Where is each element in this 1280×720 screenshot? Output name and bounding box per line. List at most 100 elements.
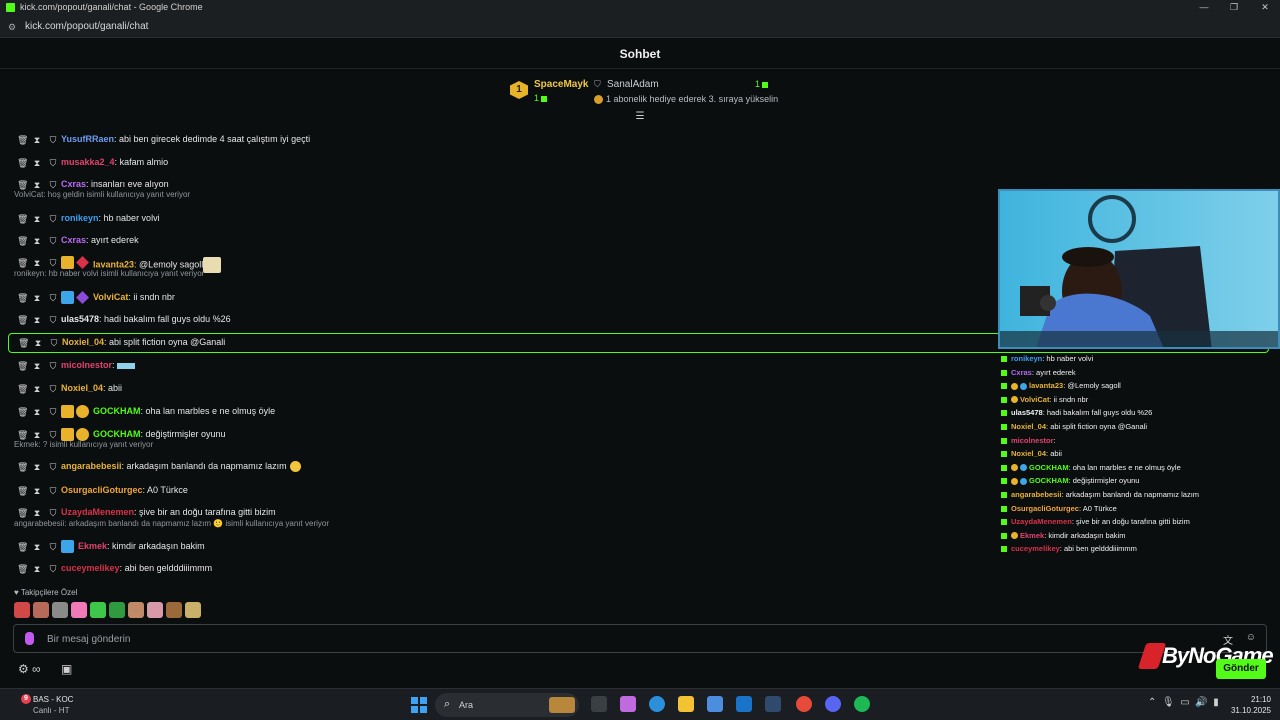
delete-message-icon[interactable]: 🗑: [17, 361, 28, 371]
file-explorer-icon[interactable]: [678, 696, 694, 712]
ban-user-icon[interactable]: ⛉: [49, 508, 57, 518]
username[interactable]: musakka2_4: [61, 157, 115, 167]
timeout-user-icon[interactable]: ⧗: [33, 315, 41, 325]
ban-user-icon[interactable]: ⛉: [49, 407, 57, 417]
username[interactable]: Noxiel_04: [62, 337, 104, 347]
ban-user-icon[interactable]: ⛉: [49, 236, 57, 246]
gift-shop-icon[interactable]: ▣: [61, 662, 72, 676]
delete-message-icon[interactable]: 🗑: [17, 384, 28, 394]
ban-user-icon[interactable]: ⛉: [49, 180, 57, 190]
delete-message-icon[interactable]: 🗑: [17, 214, 28, 224]
delete-message-icon[interactable]: 🗑: [17, 293, 28, 303]
ban-user-icon[interactable]: ⛉: [49, 214, 57, 224]
emote-button[interactable]: [166, 602, 182, 618]
username[interactable]: Cxras: [61, 235, 86, 245]
collapse-arrow-icon[interactable]: ☰: [634, 112, 646, 122]
username[interactable]: cuceymelikey: [61, 563, 120, 573]
chat-input-box[interactable]: 文 ☺: [13, 624, 1267, 653]
store-icon[interactable]: [707, 696, 723, 712]
ban-user-icon[interactable]: ⛉: [50, 338, 58, 348]
delete-message-icon[interactable]: 🗑: [17, 158, 28, 168]
timeout-user-icon[interactable]: ⧗: [33, 564, 41, 574]
chat-message[interactable]: 🗑 ⧗ ⛉ musakka2_4: kafam almio: [0, 154, 1280, 172]
timeout-user-icon[interactable]: ⧗: [33, 361, 41, 371]
ban-user-icon[interactable]: ⛉: [49, 430, 57, 440]
timeout-user-icon[interactable]: ⧗: [33, 384, 41, 394]
ban-user-icon[interactable]: ⛉: [49, 135, 57, 145]
username[interactable]: ronikeyn: [61, 213, 99, 223]
delete-message-icon[interactable]: 🗑: [17, 236, 28, 246]
edge-icon[interactable]: [649, 696, 665, 712]
ban-user-icon[interactable]: ⛉: [49, 462, 57, 472]
url-text[interactable]: kick.com/popout/ganali/chat: [25, 21, 148, 32]
username[interactable]: micolnestor: [61, 360, 112, 370]
username[interactable]: Ekmek: [78, 541, 107, 551]
timeout-user-icon[interactable]: ⧗: [33, 293, 41, 303]
ban-user-icon[interactable]: ⛉: [49, 384, 57, 394]
timeout-user-icon[interactable]: ⧗: [33, 486, 41, 496]
timeout-user-icon[interactable]: ⧗: [33, 258, 41, 268]
reply-context[interactable]: angarabebesii: arkadaşım banlandı da nap…: [14, 519, 329, 528]
username[interactable]: angarabebesii: [61, 461, 122, 471]
emote-button[interactable]: [109, 602, 125, 618]
emote-button[interactable]: [71, 602, 87, 618]
username[interactable]: GOCKHAM: [93, 406, 141, 416]
chat-message[interactable]: 🗑 ⧗ ⛉ YusufRRaen: abi ben girecek dedimde 4…: [0, 131, 1280, 149]
timeout-user-icon[interactable]: ⧗: [33, 135, 41, 145]
delete-message-icon[interactable]: 🗑: [17, 135, 28, 145]
emote-button[interactable]: [147, 602, 163, 618]
ban-user-icon[interactable]: ⛉: [49, 486, 57, 496]
delete-message-icon[interactable]: 🗑: [17, 542, 28, 552]
delete-message-icon[interactable]: 🗑: [17, 407, 28, 417]
chat-message[interactable]: 🗑 ⧗ ⛉ cuceymelikey: abi ben geldddiiimmm: [0, 560, 1280, 578]
ban-user-icon[interactable]: ⛉: [49, 158, 57, 168]
emote-button[interactable]: [33, 602, 49, 618]
restore-button[interactable]: ❐: [1227, 2, 1241, 13]
timeout-user-icon[interactable]: ⧗: [33, 508, 41, 518]
timeout-user-icon[interactable]: ⧗: [33, 407, 41, 417]
emote-button[interactable]: [128, 602, 144, 618]
reply-context[interactable]: Ekmek: ? isimli kullanıcıya yanıt veriyo…: [14, 440, 153, 449]
username[interactable]: YusufRRaen: [61, 134, 114, 144]
start-button[interactable]: [411, 697, 427, 713]
delete-message-icon[interactable]: 🗑: [17, 315, 28, 325]
username[interactable]: Cxras: [61, 179, 86, 189]
timeout-user-icon[interactable]: ⧗: [34, 338, 42, 348]
task-view-icon[interactable]: [591, 696, 607, 712]
username[interactable]: ulas5478: [61, 314, 99, 324]
ban-user-icon[interactable]: ⛉: [49, 315, 57, 325]
username[interactable]: UzaydaMenemen: [61, 507, 134, 517]
minimize-button[interactable]: —: [1197, 2, 1211, 12]
timeout-user-icon[interactable]: ⧗: [33, 430, 41, 440]
ban-user-icon[interactable]: ⛉: [49, 361, 57, 371]
chrome-icon[interactable]: [796, 696, 812, 712]
leaderboard-first-name[interactable]: SpaceMayk: [534, 79, 588, 90]
discord-icon[interactable]: [825, 696, 841, 712]
clock[interactable]: 21:10 31.10.2025: [1225, 694, 1271, 716]
emote-button[interactable]: [90, 602, 106, 618]
copilot-icon[interactable]: [620, 696, 636, 712]
delete-message-icon[interactable]: 🗑: [17, 508, 28, 518]
timeout-user-icon[interactable]: ⧗: [33, 214, 41, 224]
taskbar-search[interactable]: ⌕ Ara: [435, 693, 579, 717]
delete-message-icon[interactable]: 🗑: [17, 462, 28, 472]
delete-message-icon[interactable]: 🗑: [18, 338, 29, 348]
timeout-user-icon[interactable]: ⧗: [33, 180, 41, 190]
username[interactable]: VolviCat: [93, 292, 128, 302]
timeout-user-icon[interactable]: ⧗: [33, 542, 41, 552]
system-tray[interactable]: ⌃ 🎙 ▭ 🔊 ▮: [1148, 697, 1219, 708]
reply-context[interactable]: ronikeyn: hb naber volvi isimli kullanıc…: [14, 269, 204, 278]
infinity-icon[interactable]: ∞: [32, 662, 41, 676]
steam-icon[interactable]: [765, 696, 781, 712]
address-bar[interactable]: ⚙ kick.com/popout/ganali/chat: [0, 16, 1280, 38]
settings-icon[interactable]: ⚙: [18, 662, 29, 676]
delete-message-icon[interactable]: 🗑: [17, 564, 28, 574]
username[interactable]: lavanta23: [93, 259, 134, 269]
timeout-user-icon[interactable]: ⧗: [33, 158, 41, 168]
outlook-icon[interactable]: [736, 696, 752, 712]
username[interactable]: GOCKHAM: [93, 429, 141, 439]
send-button[interactable]: Gönder: [1216, 659, 1266, 679]
timeout-user-icon[interactable]: ⧗: [33, 462, 41, 472]
reply-context[interactable]: VolviCat: hoş geldin isimli kullanıcıya …: [14, 190, 190, 199]
delete-message-icon[interactable]: 🗑: [17, 430, 28, 440]
